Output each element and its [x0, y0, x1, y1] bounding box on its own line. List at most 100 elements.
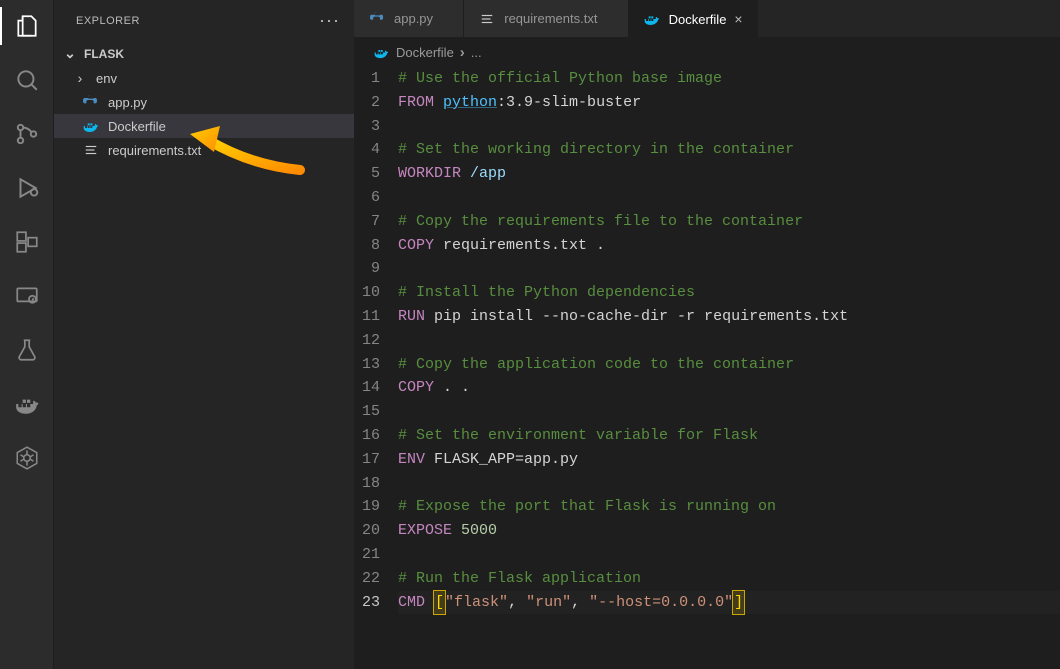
- line-number: 1: [358, 67, 380, 91]
- code-line[interactable]: [398, 257, 1060, 281]
- activity-search-icon[interactable]: [11, 64, 43, 96]
- code-token: "run": [526, 591, 571, 615]
- line-number: 7: [358, 210, 380, 234]
- code-token: "--host=0.0.0.0": [589, 591, 733, 615]
- activity-bar: [0, 0, 54, 669]
- activity-extensions-icon[interactable]: [11, 226, 43, 258]
- code-token: ,: [508, 591, 526, 615]
- text-lines-icon: [82, 143, 100, 157]
- tree-file-requirements[interactable]: requirements.txt: [54, 138, 354, 162]
- activity-files-icon[interactable]: [11, 10, 43, 42]
- activity-test-icon[interactable]: [11, 334, 43, 366]
- code-lines[interactable]: # Use the official Python base imageFROM…: [398, 67, 1060, 614]
- code-line[interactable]: # Set the environment variable for Flask: [398, 424, 1060, 448]
- line-number: 5: [358, 162, 380, 186]
- tree-item-label: Dockerfile: [108, 119, 166, 134]
- code-line[interactable]: # Set the working directory in the conta…: [398, 138, 1060, 162]
- code-line[interactable]: [398, 115, 1060, 139]
- line-number: 18: [358, 472, 380, 496]
- line-number: 14: [358, 376, 380, 400]
- line-number: 20: [358, 519, 380, 543]
- sidebar-title: EXPLORER: [76, 15, 140, 27]
- code-editor[interactable]: 1234567891011121314151617181920212223 # …: [354, 67, 1060, 614]
- code-line[interactable]: WORKDIR /app: [398, 162, 1060, 186]
- editor-tabs: app.py × requirements.txt × Dockerfile ×: [354, 0, 1060, 38]
- tree-file-dockerfile[interactable]: Dockerfile: [54, 114, 354, 138]
- sidebar-more-icon[interactable]: ···: [319, 10, 340, 31]
- code-token: pip install --no-cache-dir -r requiremen…: [425, 305, 848, 329]
- close-icon[interactable]: ×: [734, 11, 742, 27]
- code-token: :3.9-slim-buster: [497, 91, 641, 115]
- code-token: requirements.txt .: [434, 234, 605, 258]
- line-number: 8: [358, 234, 380, 258]
- code-line[interactable]: FROM python:3.9-slim-buster: [398, 91, 1060, 115]
- breadcrumb-file: Dockerfile: [396, 45, 454, 60]
- line-number: 16: [358, 424, 380, 448]
- code-line[interactable]: COPY requirements.txt .: [398, 234, 1060, 258]
- line-number: 23: [358, 591, 380, 615]
- code-line[interactable]: RUN pip install --no-cache-dir -r requir…: [398, 305, 1060, 329]
- code-token: CMD: [398, 591, 425, 615]
- code-token: COPY: [398, 376, 434, 400]
- code-token: # Set the environment variable for Flask: [398, 424, 758, 448]
- folder-name: FLASK: [84, 47, 124, 61]
- line-gutter: 1234567891011121314151617181920212223: [358, 67, 398, 614]
- tree-item-label: requirements.txt: [108, 143, 201, 158]
- tree-item-label: env: [96, 71, 117, 86]
- code-line[interactable]: EXPOSE 5000: [398, 519, 1060, 543]
- python-icon: [82, 94, 100, 110]
- activity-debug-icon[interactable]: [11, 172, 43, 204]
- tab-app[interactable]: app.py ×: [354, 0, 464, 37]
- code-token: ]: [733, 591, 744, 615]
- code-token: 5000: [461, 519, 497, 543]
- code-token: # Expose the port that Flask is running …: [398, 495, 776, 519]
- code-token: ,: [571, 591, 589, 615]
- activity-git-icon[interactable]: [11, 118, 43, 150]
- code-line[interactable]: # Copy the application code to the conta…: [398, 353, 1060, 377]
- line-number: 9: [358, 257, 380, 281]
- editor-area: app.py × requirements.txt × Dockerfile ×…: [354, 0, 1060, 669]
- code-line[interactable]: # Install the Python dependencies: [398, 281, 1060, 305]
- code-line[interactable]: # Copy the requirements file to the cont…: [398, 210, 1060, 234]
- line-number: 21: [358, 543, 380, 567]
- line-number: 4: [358, 138, 380, 162]
- line-number: 13: [358, 353, 380, 377]
- code-line[interactable]: CMD ["flask", "run", "--host=0.0.0.0"]: [398, 591, 1060, 615]
- code-line[interactable]: # Expose the port that Flask is running …: [398, 495, 1060, 519]
- code-line[interactable]: [398, 472, 1060, 496]
- tree-folder-env[interactable]: › env: [54, 66, 354, 90]
- code-line[interactable]: [398, 329, 1060, 353]
- code-token: [434, 91, 443, 115]
- activity-kubernetes-icon[interactable]: [11, 442, 43, 474]
- code-line[interactable]: [398, 186, 1060, 210]
- docker-icon: [372, 45, 390, 60]
- line-number: 11: [358, 305, 380, 329]
- line-number: 10: [358, 281, 380, 305]
- code-line[interactable]: ENV FLASK_APP=app.py: [398, 448, 1060, 472]
- line-number: 22: [358, 567, 380, 591]
- code-line[interactable]: # Run the Flask application: [398, 567, 1060, 591]
- code-token: "flask": [445, 591, 508, 615]
- code-token: # Run the Flask application: [398, 567, 641, 591]
- tree-file-app[interactable]: app.py: [54, 90, 354, 114]
- tab-dockerfile[interactable]: Dockerfile ×: [629, 0, 758, 37]
- breadcrumb[interactable]: Dockerfile › ...: [354, 38, 1060, 67]
- activity-remote-icon[interactable]: [11, 280, 43, 312]
- code-line[interactable]: [398, 543, 1060, 567]
- tab-requirements[interactable]: requirements.txt ×: [464, 0, 628, 37]
- line-number: 6: [358, 186, 380, 210]
- activity-docker-icon[interactable]: [11, 388, 43, 420]
- code-line[interactable]: COPY . .: [398, 376, 1060, 400]
- file-tree: › env app.py Dockerfile requirements.txt: [54, 66, 354, 162]
- code-line[interactable]: # Use the official Python base image: [398, 67, 1060, 91]
- explorer-sidebar: EXPLORER ··· ⌄ FLASK › env app.py Docker…: [54, 0, 354, 669]
- line-number: 15: [358, 400, 380, 424]
- code-token: [425, 591, 434, 615]
- code-token: WORKDIR: [398, 162, 461, 186]
- line-number: 17: [358, 448, 380, 472]
- code-token: FLASK_APP=app.py: [425, 448, 578, 472]
- code-line[interactable]: [398, 400, 1060, 424]
- code-token: # Install the Python dependencies: [398, 281, 695, 305]
- folder-header[interactable]: ⌄ FLASK: [54, 41, 354, 66]
- tab-label: Dockerfile: [669, 12, 727, 27]
